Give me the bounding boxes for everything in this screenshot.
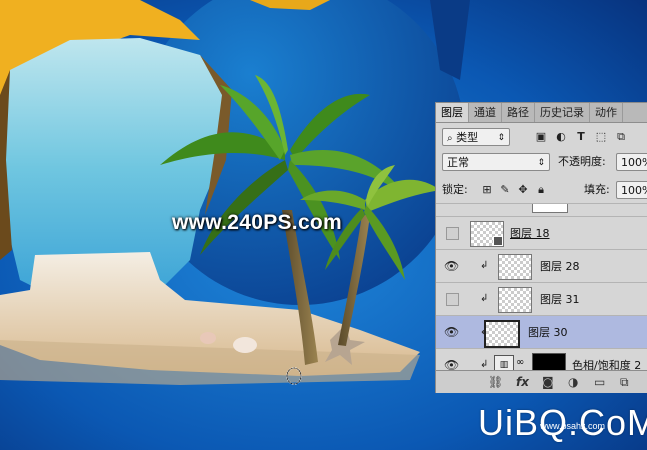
- blend-mode-select[interactable]: 正常 ⇕: [442, 153, 550, 171]
- layer-name[interactable]: 图层 30: [528, 324, 568, 340]
- layer-row[interactable]: ↲ 图层 31: [436, 282, 647, 315]
- filter-smart-object-icon[interactable]: ⧉: [614, 130, 628, 144]
- visibility-toggle-off[interactable]: [446, 293, 459, 306]
- watermark-text: www.240PS.com: [172, 211, 343, 234]
- layer-filter-label: 类型: [456, 131, 479, 144]
- tab-channels[interactable]: 通道: [469, 103, 502, 122]
- layer-row-selected[interactable]: 👁︎ ↲ 图层 30: [436, 315, 647, 348]
- tab-history[interactable]: 历史记录: [535, 103, 590, 122]
- lock-all-icon[interactable]: 🔒︎: [534, 183, 548, 197]
- layer-row-partial[interactable]: [436, 203, 647, 216]
- filter-adjustment-icon[interactable]: ◐: [554, 130, 568, 144]
- layer-thumbnail: [484, 320, 520, 348]
- clipping-mask-icon: ↲: [480, 260, 489, 271]
- visibility-toggle-off[interactable]: [446, 227, 459, 240]
- layer-thumbnail: [498, 254, 532, 280]
- fill-label: 填充:: [584, 183, 610, 196]
- lock-brush-icon[interactable]: ✎: [498, 183, 512, 197]
- lock-transparent-icon[interactable]: ⊞: [480, 183, 494, 197]
- tab-paths[interactable]: 路径: [502, 103, 535, 122]
- eye-icon[interactable]: 👁︎: [444, 259, 459, 273]
- panel-tabs: 图层 通道 路径 历史记录 动作: [436, 103, 647, 123]
- layers-panel: 图层 通道 路径 历史记录 动作 ⌕ 类型 ⇕ ▣ ◐ T ⬚ ⧉ 正常 ⇕ 不…: [435, 102, 647, 393]
- fx-icon[interactable]: fx: [516, 375, 529, 389]
- clipping-mask-icon: ↲: [480, 293, 489, 304]
- eye-icon[interactable]: 👁︎: [444, 325, 459, 339]
- layer-thumbnail: [498, 287, 532, 313]
- site-logo-url: www.psahz.com: [540, 421, 606, 431]
- filter-type-icon[interactable]: T: [574, 130, 588, 144]
- layer-name[interactable]: 图层 28: [540, 258, 580, 274]
- adjustment-icon[interactable]: ◑: [568, 375, 578, 389]
- link-icon: ∞: [516, 357, 525, 368]
- search-icon: ⌕: [447, 133, 453, 144]
- opacity-input[interactable]: 100%: [616, 153, 647, 171]
- tab-layers[interactable]: 图层: [436, 103, 469, 122]
- layer-row[interactable]: 👁︎ ↲ 图层 28: [436, 249, 647, 282]
- layer-thumbnail: [532, 204, 568, 213]
- stepper-icon: ⇕: [537, 158, 545, 168]
- fill-input[interactable]: 100%: [616, 181, 647, 199]
- lock-label: 锁定:: [442, 183, 468, 196]
- panel-footer: ⛓︎ fx ◙ ◑ ▭ ⧉: [436, 370, 647, 393]
- tab-actions[interactable]: 动作: [590, 103, 623, 122]
- layer-filter-select[interactable]: ⌕ 类型 ⇕: [442, 128, 510, 146]
- stepper-icon: ⇕: [497, 133, 505, 143]
- filter-pixel-icon[interactable]: ▣: [534, 130, 548, 144]
- opacity-label: 不透明度:: [558, 155, 606, 168]
- layer-row[interactable]: 图层 18: [436, 216, 647, 249]
- blend-mode-value: 正常: [447, 156, 469, 169]
- layer-thumbnail: [470, 221, 504, 247]
- filter-shape-icon[interactable]: ⬚: [594, 130, 608, 144]
- layer-name[interactable]: 图层 18: [510, 225, 550, 241]
- smart-object-icon: [493, 236, 503, 246]
- clipping-mask-icon: ↲: [480, 359, 489, 370]
- new-layer-icon[interactable]: ⧉: [620, 375, 629, 389]
- link-layers-icon[interactable]: ⛓︎: [488, 375, 503, 389]
- folder-icon[interactable]: ▭: [594, 375, 605, 389]
- layer-name[interactable]: 图层 31: [540, 291, 580, 307]
- add-mask-icon[interactable]: ◙: [542, 375, 554, 389]
- lock-move-icon[interactable]: ✥: [516, 183, 530, 197]
